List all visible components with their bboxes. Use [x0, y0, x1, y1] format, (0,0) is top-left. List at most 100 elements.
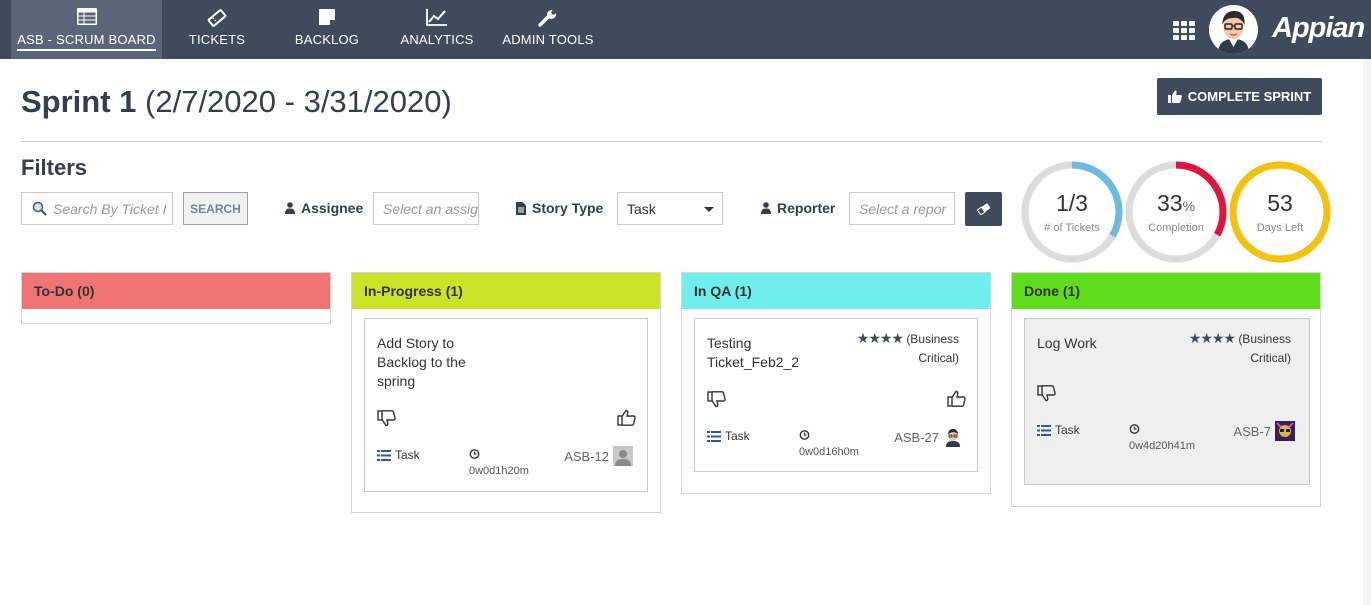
- ticket-id-label[interactable]: ASB-12: [564, 449, 609, 464]
- ticket-search-input[interactable]: Search By Ticket I: [21, 192, 173, 225]
- note-icon: [319, 9, 335, 25]
- ticket-card[interactable]: Testing Ticket_Feb2_2 ★★★★ (Business Cri…: [694, 318, 978, 472]
- reporter-picker[interactable]: Select a repor: [849, 192, 955, 225]
- ticket-type-label: Task: [395, 448, 420, 462]
- nav-tab-admin-tools[interactable]: ADMIN TOOLS: [492, 0, 604, 59]
- column-title: In-Progress (1): [364, 283, 463, 299]
- ticket-title: Testing Ticket_Feb2_2: [707, 335, 800, 370]
- assignee-label: Assignee: [285, 200, 363, 216]
- column-in-qa: In QA (1) Testing Ticket_Feb2_2 ★★★★ (Bu…: [681, 272, 991, 494]
- assignee-avatar: [943, 427, 963, 447]
- gauge-label: # of Tickets: [1044, 222, 1100, 234]
- column-todo: To-Do (0): [21, 272, 331, 324]
- thumbs-up-icon[interactable]: [617, 409, 637, 427]
- appian-logo: Appian: [1272, 12, 1365, 44]
- complete-sprint-label: COMPLETE SPRINT: [1187, 89, 1312, 104]
- sprint-name: Sprint 1: [21, 84, 137, 119]
- gauge-label: Days Left: [1256, 222, 1304, 234]
- nav-tab-scrum-board[interactable]: ASB - SCRUM BOARD: [11, 0, 162, 59]
- ticket-type: Task: [1037, 423, 1080, 437]
- story-type-select[interactable]: Task: [617, 192, 723, 225]
- ticket-time-value: 0w0d1h20m: [469, 465, 529, 477]
- search-icon: [32, 201, 47, 216]
- nav-tab-backlog[interactable]: BACKLOG: [272, 0, 382, 59]
- search-placeholder: Search By Ticket I: [53, 200, 167, 217]
- ticket-time: 0w0d1h20m: [469, 446, 529, 481]
- reporter-label-text: Reporter: [777, 200, 836, 216]
- user-icon: [761, 202, 771, 214]
- page-title: Sprint 1 (2/7/2020 - 3/31/2020): [21, 84, 452, 120]
- ticket-time-value: 0w0d16h0m: [799, 446, 859, 458]
- top-nav: ASB - SCRUM BOARD TICKETS BACKLOG ANALYT…: [0, 0, 1371, 59]
- thumbs-down-icon[interactable]: [1037, 384, 1057, 402]
- thumbs-up-icon: [1167, 90, 1182, 103]
- gauge-label: Completion: [1148, 222, 1204, 234]
- header-divider: [21, 141, 1322, 142]
- user-avatar[interactable]: [1209, 5, 1258, 54]
- ticket-card[interactable]: Log Work ★★★★ (Business Critical) Task 0…: [1024, 318, 1310, 485]
- thumbs-down-icon[interactable]: [377, 409, 397, 427]
- thumbs-down-icon[interactable]: [707, 390, 727, 408]
- ticket-id-label[interactable]: ASB-27: [894, 430, 939, 445]
- document-icon: [516, 201, 526, 215]
- ticket-type-label: Task: [1055, 423, 1080, 437]
- ticket-time: 0w4d20h41m: [1129, 421, 1199, 456]
- assignee-picker[interactable]: Select an assig: [373, 192, 479, 225]
- priority-text: (Business Critical): [906, 332, 959, 365]
- apps-grid-icon[interactable]: [1173, 21, 1195, 40]
- assignee-placeholder: Select an assig: [383, 200, 478, 217]
- task-list-icon: [377, 449, 391, 461]
- page-scrollbar[interactable]: [1363, 59, 1371, 605]
- column-header: To-Do (0): [22, 273, 330, 309]
- column-done: Done (1) Log Work ★★★★ (Business Critica…: [1011, 272, 1321, 507]
- eraser-icon: [976, 203, 990, 215]
- ticket-icon: [207, 9, 227, 27]
- nav-label: BACKLOG: [294, 32, 360, 47]
- column-title: In QA (1): [694, 283, 752, 299]
- gauge-value: 33: [1156, 190, 1183, 216]
- ticket-type: Task: [707, 429, 750, 443]
- clear-filters-button[interactable]: [965, 192, 1002, 226]
- priority-text: (Business Critical): [1238, 332, 1291, 365]
- priority-stars-icon: ★★★★: [856, 330, 904, 346]
- tickets-gauge: 1/3 # of Tickets: [1020, 160, 1124, 264]
- column-title: Done (1): [1024, 283, 1080, 299]
- ticket-title: Add Story to Backlog to the spring: [377, 335, 466, 389]
- sprint-dates: (2/7/2020 - 3/31/2020): [145, 84, 452, 119]
- column-header: In QA (1): [682, 273, 990, 309]
- ticket-id: ASB-27: [894, 427, 963, 447]
- nav-label: TICKETS: [188, 32, 246, 47]
- complete-sprint-button[interactable]: COMPLETE SPRINT: [1157, 78, 1322, 115]
- task-list-icon: [1037, 424, 1051, 436]
- chevron-down-icon: [704, 207, 714, 212]
- gauge-value: 1/3: [1056, 190, 1088, 216]
- search-button[interactable]: SEARCH: [183, 192, 248, 225]
- ticket-id-label[interactable]: ASB-7: [1233, 424, 1271, 439]
- nav-tab-analytics[interactable]: ANALYTICS: [382, 0, 492, 59]
- ticket-type: Task: [377, 448, 420, 462]
- gauge-unit: %: [1182, 198, 1196, 214]
- clock-icon: [799, 430, 810, 440]
- ticket-type-label: Task: [725, 429, 750, 443]
- line-chart-icon: [426, 9, 447, 26]
- nav-tab-tickets[interactable]: TICKETS: [162, 0, 272, 59]
- priority-stars-icon: ★★★★: [1188, 330, 1236, 346]
- filters-heading: Filters: [21, 155, 88, 180]
- thumbs-up-icon[interactable]: [947, 390, 967, 408]
- ticket-id: ASB-7: [1233, 421, 1295, 441]
- ticket-priority: ★★★★ (Business Critical): [829, 329, 959, 368]
- user-icon: [285, 202, 295, 214]
- days-left-gauge: 53 Days Left: [1228, 160, 1332, 264]
- nav-label: ADMIN TOOLS: [502, 32, 594, 47]
- reporter-placeholder: Select a repor: [859, 200, 947, 217]
- assignee-avatar: [613, 446, 633, 466]
- assignee-label-text: Assignee: [301, 200, 364, 216]
- column-in-progress: In-Progress (1) Add Story to Backlog to …: [351, 272, 661, 513]
- story-type-label: Story Type: [516, 200, 603, 216]
- ticket-card[interactable]: Add Story to Backlog to the spring Task …: [364, 318, 648, 492]
- reporter-label: Reporter: [761, 200, 835, 216]
- clock-icon: [469, 449, 480, 459]
- clock-icon: [1129, 424, 1140, 434]
- ticket-title: Log Work: [1037, 335, 1097, 351]
- column-header: In-Progress (1): [352, 273, 660, 309]
